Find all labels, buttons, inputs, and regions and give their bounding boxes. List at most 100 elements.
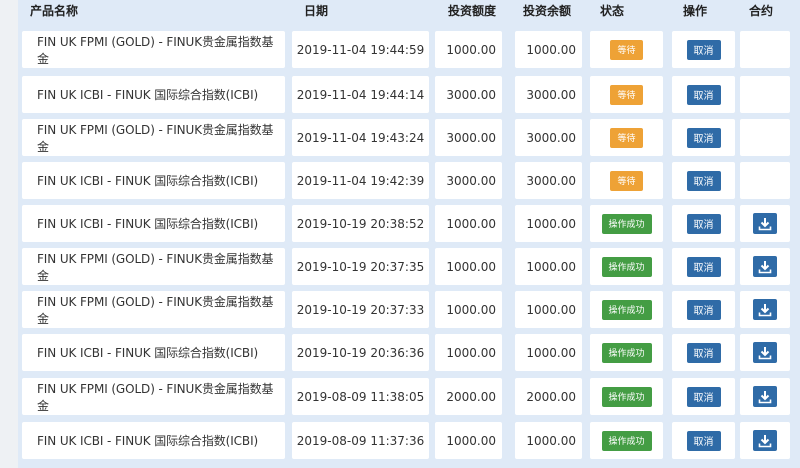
download-button[interactable] — [753, 386, 777, 407]
amount-cell: 3000.00 — [435, 162, 502, 199]
balance-cell: 1000.00 — [515, 31, 582, 68]
status-badge: 操作成功 — [601, 213, 652, 234]
table-row: FIN UK ICBI - FINUK 国际综合指数(ICBI) 2019-10-… — [18, 334, 800, 371]
contract-cell — [740, 378, 790, 415]
amount-cell: 1000.00 — [435, 205, 502, 242]
product-name-cell: FIN UK FPMI (GOLD) - FINUK贵金属指数基金 — [22, 291, 285, 328]
product-name-cell: FIN UK ICBI - FINUK 国际综合指数(ICBI) — [22, 334, 285, 371]
date-cell: 2019-11-04 19:44:59 — [292, 31, 429, 68]
cancel-button[interactable]: 取消 — [686, 430, 721, 451]
action-cell: 取消 — [672, 378, 735, 415]
download-button[interactable] — [753, 213, 777, 234]
cancel-button[interactable]: 取消 — [686, 39, 721, 60]
download-icon — [758, 260, 772, 273]
cancel-button[interactable]: 取消 — [686, 256, 721, 277]
contract-cell — [740, 291, 790, 328]
cancel-button[interactable]: 取消 — [686, 84, 721, 105]
balance-cell: 1000.00 — [515, 291, 582, 328]
amount-cell: 1000.00 — [435, 291, 502, 328]
action-cell: 取消 — [672, 291, 735, 328]
action-cell: 取消 — [672, 422, 735, 459]
status-cell: 等待 — [590, 119, 663, 156]
status-cell: 等待 — [590, 162, 663, 199]
balance-cell: 1000.00 — [515, 205, 582, 242]
status-cell: 操作成功 — [590, 378, 663, 415]
product-name-cell: FIN UK FPMI (GOLD) - FINUK贵金属指数基金 — [22, 248, 285, 285]
table-row: FIN UK FPMI (GOLD) - FINUK贵金属指数基金 2019-11… — [18, 31, 800, 68]
cancel-button[interactable]: 取消 — [686, 127, 721, 148]
download-icon — [758, 434, 772, 447]
status-badge: 等待 — [610, 84, 643, 105]
action-cell: 取消 — [672, 31, 735, 68]
product-name-cell: FIN UK ICBI - FINUK 国际综合指数(ICBI) — [22, 162, 285, 199]
cancel-button[interactable]: 取消 — [686, 299, 721, 320]
table-row: FIN UK ICBI - FINUK 国际综合指数(ICBI) 2019-10-… — [18, 205, 800, 242]
download-button[interactable] — [753, 256, 777, 277]
amount-cell: 1000.00 — [435, 422, 502, 459]
amount-cell: 2000.00 — [435, 378, 502, 415]
table-row: FIN UK FPMI (GOLD) - FINUK贵金属指数基金 2019-11… — [18, 119, 800, 156]
cancel-button[interactable]: 取消 — [686, 170, 721, 191]
date-cell: 2019-08-09 11:38:05 — [292, 378, 429, 415]
product-name-cell: FIN UK FPMI (GOLD) - FINUK贵金属指数基金 — [22, 119, 285, 156]
date-cell: 2019-10-19 20:37:33 — [292, 291, 429, 328]
download-icon — [758, 217, 772, 230]
download-button[interactable] — [753, 430, 777, 451]
action-cell: 取消 — [672, 334, 735, 371]
status-badge: 操作成功 — [601, 256, 652, 277]
contract-cell — [740, 119, 790, 156]
cancel-button[interactable]: 取消 — [686, 213, 721, 234]
balance-cell: 1000.00 — [515, 422, 582, 459]
product-name-cell: FIN UK FPMI (GOLD) - FINUK贵金属指数基金 — [22, 378, 285, 415]
cancel-button[interactable]: 取消 — [686, 342, 721, 363]
date-cell: 2019-08-09 11:37:36 — [292, 422, 429, 459]
table-row: FIN UK ICBI - FINUK 国际综合指数(ICBI) 2019-11-… — [18, 162, 800, 199]
balance-cell: 3000.00 — [515, 76, 582, 113]
column-header-contract: 合约 — [749, 4, 774, 18]
action-cell: 取消 — [672, 162, 735, 199]
contract-cell — [740, 334, 790, 371]
date-cell: 2019-10-19 20:37:35 — [292, 248, 429, 285]
contract-cell — [740, 162, 790, 199]
status-cell: 操作成功 — [590, 334, 663, 371]
status-badge: 等待 — [610, 170, 643, 191]
cancel-button[interactable]: 取消 — [686, 386, 721, 407]
status-cell: 操作成功 — [590, 205, 663, 242]
date-cell: 2019-11-04 19:44:14 — [292, 76, 429, 113]
contract-cell — [740, 205, 790, 242]
balance-cell: 1000.00 — [515, 248, 582, 285]
date-cell: 2019-11-04 19:42:39 — [292, 162, 429, 199]
download-icon — [758, 303, 772, 316]
table-row: FIN UK FPMI (GOLD) - FINUK贵金属指数基金 2019-10… — [18, 291, 800, 328]
amount-cell: 3000.00 — [435, 119, 502, 156]
status-cell: 操作成功 — [590, 422, 663, 459]
download-button[interactable] — [753, 342, 777, 363]
amount-cell: 1000.00 — [435, 248, 502, 285]
status-badge: 等待 — [610, 39, 643, 60]
product-name-cell: FIN UK FPMI (GOLD) - FINUK贵金属指数基金 — [22, 31, 285, 68]
status-badge: 操作成功 — [601, 386, 652, 407]
table-row: FIN UK FPMI (GOLD) - FINUK贵金属指数基金 2019-10… — [18, 248, 800, 285]
status-badge: 等待 — [610, 127, 643, 148]
amount-cell: 3000.00 — [435, 76, 502, 113]
status-badge: 操作成功 — [601, 430, 652, 451]
product-name-cell: FIN UK ICBI - FINUK 国际综合指数(ICBI) — [22, 422, 285, 459]
action-cell: 取消 — [672, 119, 735, 156]
action-cell: 取消 — [672, 205, 735, 242]
table-row: FIN UK FPMI (GOLD) - FINUK贵金属指数基金 2019-08… — [18, 378, 800, 415]
status-cell: 等待 — [590, 31, 663, 68]
contract-cell — [740, 31, 790, 68]
download-button[interactable] — [753, 299, 777, 320]
action-cell: 取消 — [672, 248, 735, 285]
balance-cell: 2000.00 — [515, 378, 582, 415]
product-name-cell: FIN UK ICBI - FINUK 国际综合指数(ICBI) — [22, 76, 285, 113]
table-header: 产品名称 日期 投资额度 投资余额 状态 操作 合约 — [18, 0, 800, 22]
contract-cell — [740, 76, 790, 113]
date-cell: 2019-11-04 19:43:24 — [292, 119, 429, 156]
balance-cell: 3000.00 — [515, 162, 582, 199]
action-cell: 取消 — [672, 76, 735, 113]
orders-table: 产品名称 日期 投资额度 投资余额 状态 操作 合约 FIN UK FPMI (… — [18, 0, 800, 468]
balance-cell: 3000.00 — [515, 119, 582, 156]
contract-cell — [740, 248, 790, 285]
column-header-balance: 投资余额 — [523, 4, 572, 18]
